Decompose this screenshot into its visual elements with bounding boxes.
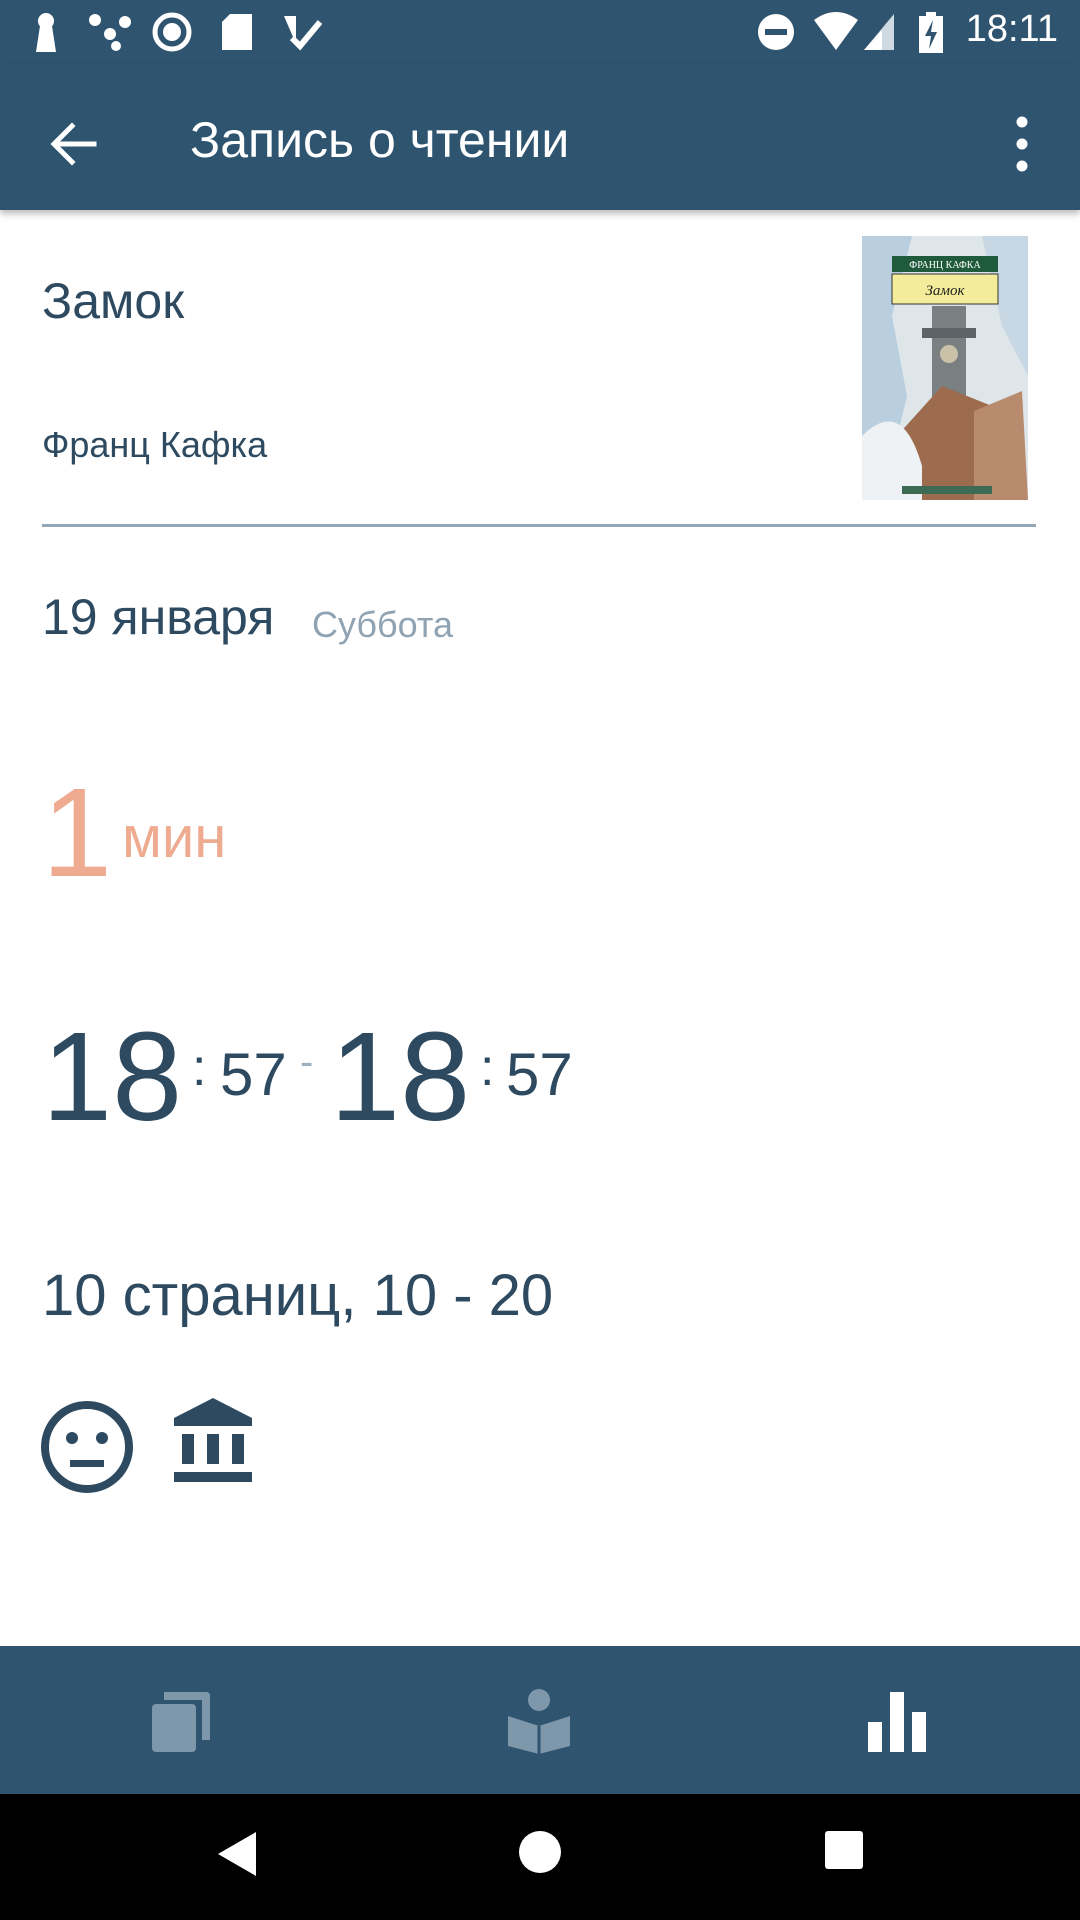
check-icon — [284, 16, 322, 51]
keyhole-icon — [36, 13, 56, 52]
recents-square-icon[interactable] — [824, 1830, 864, 1870]
cover-title-text: Замок — [925, 283, 965, 299]
duration-unit: мин — [122, 805, 227, 870]
share-icon — [89, 14, 131, 51]
session-date: 19 января — [42, 589, 275, 645]
page-title: Запись о чтении — [190, 112, 570, 168]
duration-value: 1 — [42, 762, 113, 903]
book-title: Замок — [42, 273, 185, 329]
record-icon — [152, 12, 192, 52]
end-minute[interactable]: 57 — [506, 1040, 573, 1109]
books-icon[interactable] — [146, 1686, 216, 1756]
book-author: Франц Кафка — [42, 424, 268, 465]
back-triangle-icon[interactable] — [214, 1830, 258, 1878]
sd-card-icon — [222, 14, 252, 50]
system-navigation-bar — [0, 1794, 1080, 1920]
more-vert-icon[interactable] — [1004, 112, 1040, 176]
book-cover[interactable]: ФРАНЦ КАФКА Замок — [862, 236, 1028, 500]
library-icon[interactable] — [172, 1396, 254, 1484]
dnd-icon — [758, 14, 794, 50]
start-minute[interactable]: 57 — [220, 1040, 287, 1109]
status-clock: 18:11 — [965, 8, 1058, 50]
session-weekday: Суббота — [312, 604, 453, 645]
arrow-back-icon[interactable] — [44, 114, 104, 174]
battery-charging-icon — [919, 12, 943, 53]
status-bar: 18:11 — [0, 0, 1080, 64]
wifi-icon — [814, 12, 858, 50]
pages-read[interactable]: 10 страниц, 10 - 20 — [42, 1262, 553, 1329]
cover-author-text: ФРАНЦ КАФКА — [909, 260, 981, 271]
end-time-colon: : — [480, 1039, 495, 1097]
end-hour[interactable]: 18 — [330, 1004, 470, 1149]
signal-icon — [864, 14, 894, 50]
app-bar: Запись о чтении — [0, 64, 1080, 210]
neutral-face-icon[interactable] — [40, 1400, 134, 1494]
bottom-navigation — [0, 1646, 1080, 1794]
home-circle-icon[interactable] — [518, 1830, 562, 1874]
start-hour[interactable]: 18 — [42, 1004, 182, 1149]
stats-icon[interactable] — [862, 1686, 932, 1756]
start-time-colon: : — [192, 1039, 207, 1097]
reading-icon[interactable] — [504, 1686, 574, 1756]
divider — [42, 524, 1036, 527]
time-range-dash: - — [300, 1040, 314, 1084]
